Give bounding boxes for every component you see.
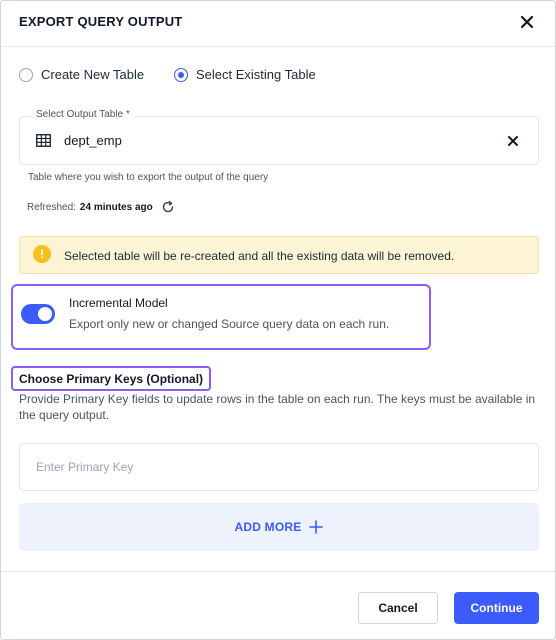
- output-table-helper-text: Table where you wish to export the outpu…: [28, 172, 269, 183]
- incremental-model-description: Export only new or changed Source query …: [69, 317, 390, 331]
- add-more-label: ADD MORE: [234, 520, 302, 534]
- output-table-value: dept_emp: [64, 133, 122, 148]
- primary-keys-heading-box: Choose Primary Keys (Optional): [11, 366, 212, 391]
- radio-create-new-table[interactable]: Create New Table: [19, 67, 144, 82]
- radio-create-new-indicator[interactable]: [19, 67, 33, 82]
- continue-button[interactable]: Continue: [454, 592, 539, 624]
- incremental-model-toggle[interactable]: [21, 304, 55, 324]
- output-table-label: Select Output Table *: [32, 109, 134, 120]
- refreshed-label: Refreshed:: [27, 201, 76, 213]
- dialog-header: EXPORT QUERY OUTPUT: [1, 1, 555, 47]
- primary-key-input[interactable]: [19, 443, 539, 491]
- radio-select-existing-indicator[interactable]: [174, 67, 188, 82]
- plus-icon: [309, 520, 324, 534]
- radio-select-existing-label: Select Existing Table: [196, 67, 316, 82]
- refreshed-value: 24 minutes ago: [79, 201, 153, 213]
- export-query-dialog: EXPORT QUERY OUTPUT Create New Table Sel…: [0, 0, 556, 640]
- clear-selection-icon[interactable]: [506, 134, 520, 148]
- warning-icon: !: [33, 245, 51, 263]
- toggle-knob: [38, 307, 52, 321]
- radio-create-new-label: Create New Table: [41, 67, 145, 82]
- dialog-title: EXPORT QUERY OUTPUT: [19, 14, 183, 29]
- close-button[interactable]: [517, 12, 537, 32]
- warning-text: Selected table will be re-created and al…: [64, 249, 455, 263]
- refresh-icon[interactable]: [161, 200, 175, 214]
- cancel-button[interactable]: Cancel: [358, 592, 438, 624]
- primary-keys-heading: Choose Primary Keys (Optional): [19, 371, 204, 386]
- close-icon: [520, 15, 534, 29]
- refreshed-status: Refreshed: 24 minutes ago: [27, 200, 175, 214]
- table-grid-icon: [36, 134, 51, 147]
- add-more-button[interactable]: ADD MORE: [19, 503, 539, 551]
- incremental-model-section: Incremental Model Export only new or cha…: [11, 284, 431, 350]
- output-table-select[interactable]: Select Output Table * dept_emp: [19, 109, 539, 165]
- warning-banner: ! Selected table will be re-created and …: [19, 236, 539, 274]
- footer-divider: [1, 571, 555, 572]
- radio-select-existing-table[interactable]: Select Existing Table: [174, 67, 316, 82]
- incremental-model-title: Incremental Model: [69, 296, 168, 310]
- primary-keys-description: Provide Primary Key fields to update row…: [19, 392, 536, 422]
